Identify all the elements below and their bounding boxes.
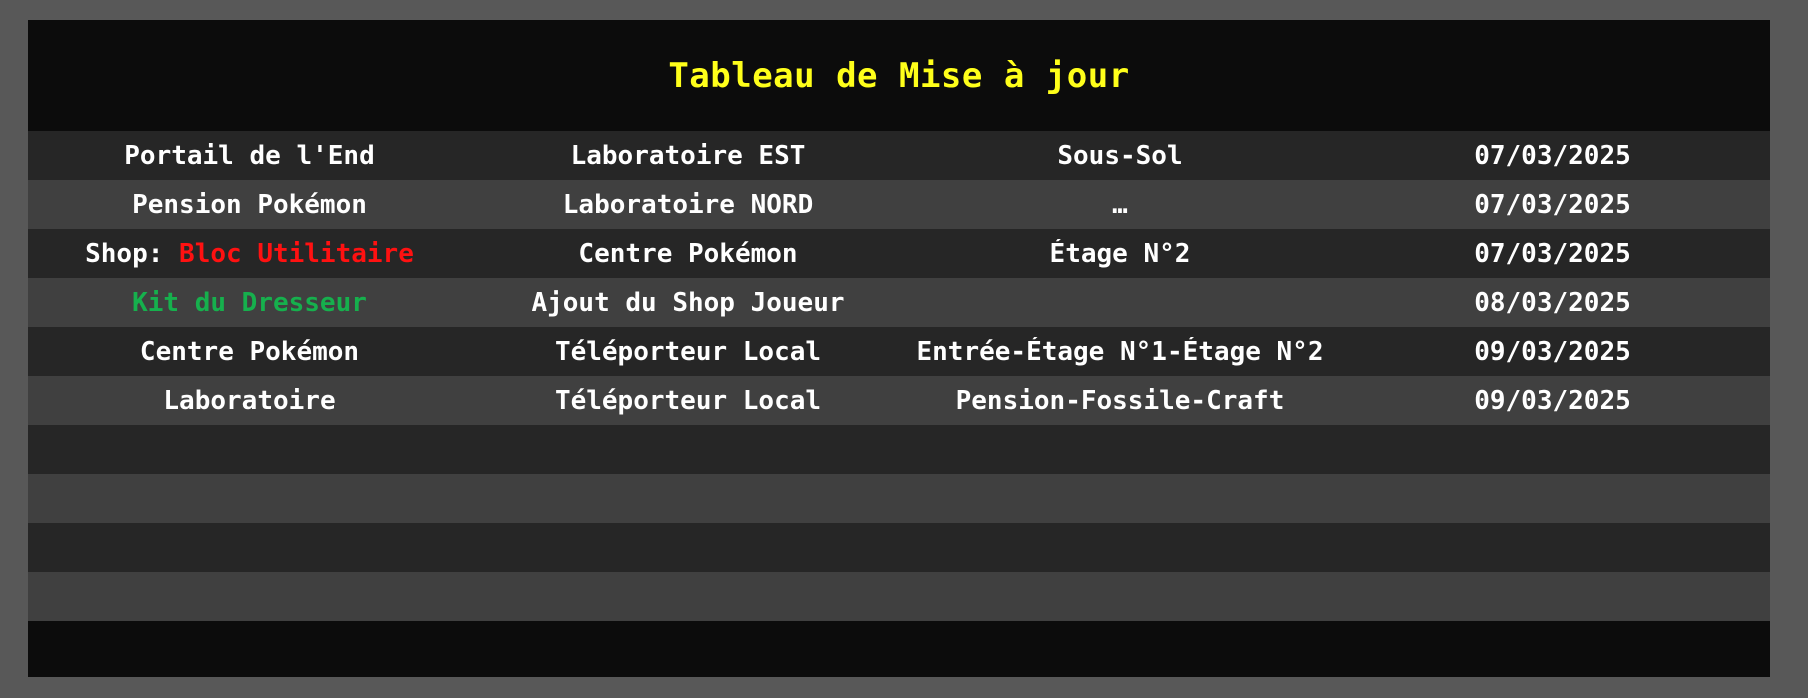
- table-row-empty: [28, 523, 1770, 572]
- cell-feature: Centre Pokémon: [139, 336, 360, 367]
- cell-detail: Pension-Fossile-Craft: [955, 385, 1285, 416]
- cell-location: Téléporteur Local: [554, 336, 822, 367]
- update-table: Portail de l'End Laboratoire EST Sous-So…: [28, 131, 1770, 621]
- cell-detail: Étage N°2: [1049, 238, 1191, 269]
- cell-date: 07/03/2025: [1474, 140, 1631, 171]
- cell-detail: Sous-Sol: [1057, 140, 1183, 171]
- cell-detail: …: [1112, 189, 1128, 220]
- cell-detail: Entrée-Étage N°1-Étage N°2: [916, 336, 1324, 367]
- cell-location: Centre Pokémon: [578, 238, 798, 269]
- cell-location: Téléporteur Local: [554, 385, 822, 416]
- table-row-empty: [28, 572, 1770, 621]
- cell-location: Laboratoire EST: [570, 140, 806, 171]
- cell-location: Laboratoire NORD: [562, 189, 814, 220]
- table-row: Kit du Dresseur Ajout du Shop Joueur 08/…: [28, 278, 1770, 327]
- cell-feature: Laboratoire: [163, 385, 336, 416]
- table-row: Shop: Bloc Utilitaire Centre Pokémon Éta…: [28, 229, 1770, 278]
- cell-feature: Shop: Bloc Utilitaire: [28, 239, 471, 269]
- cell-feature: Portail de l'End: [124, 140, 375, 171]
- cell-feature: Pension Pokémon: [132, 189, 367, 220]
- table-row-empty: [28, 425, 1770, 474]
- table-row-empty: [28, 474, 1770, 523]
- cell-date: 08/03/2025: [1474, 287, 1631, 318]
- cell-date: 07/03/2025: [1474, 189, 1631, 220]
- cell-date: 09/03/2025: [1474, 385, 1631, 416]
- cell-date: 09/03/2025: [1474, 336, 1631, 367]
- cell-feature: Kit du Dresseur: [132, 287, 367, 318]
- cell-date: 07/03/2025: [1474, 238, 1631, 269]
- cell-location: Ajout du Shop Joueur: [531, 287, 845, 318]
- table-title: Tableau de Mise à jour: [668, 55, 1130, 96]
- shop-item-name: Bloc Utilitaire: [179, 238, 414, 269]
- table-row: Portail de l'End Laboratoire EST Sous-So…: [28, 131, 1770, 180]
- table-row: Pension Pokémon Laboratoire NORD … 07/03…: [28, 180, 1770, 229]
- table-row: Centre Pokémon Téléporteur Local Entrée-…: [28, 327, 1770, 376]
- table-row: Laboratoire Téléporteur Local Pension-Fo…: [28, 376, 1770, 425]
- update-table-panel: Tableau de Mise à jour Portail de l'End …: [28, 20, 1770, 677]
- shop-prefix: Shop:: [85, 238, 180, 269]
